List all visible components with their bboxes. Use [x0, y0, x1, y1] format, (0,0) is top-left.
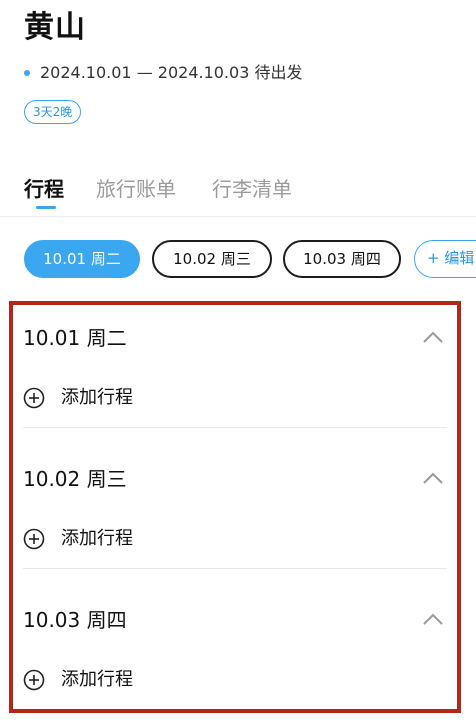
day-heading: 10.02 周三 — [23, 467, 127, 491]
edit-days-button[interactable]: + 编辑 — [414, 240, 476, 278]
day-section: 10.01 周二 添加行程 — [23, 307, 447, 427]
tab-travel-bill[interactable]: 旅行账单 — [96, 176, 176, 202]
day-section: 10.02 周三 添加行程 — [23, 448, 447, 568]
plus-circle-icon — [23, 669, 45, 691]
plus-circle-icon — [23, 528, 45, 550]
add-itinerary-button[interactable]: 添加行程 — [23, 385, 133, 411]
add-itinerary-button[interactable]: 添加行程 — [23, 526, 133, 552]
day-section: 10.03 周四 添加行程 — [23, 589, 447, 709]
chevron-up-icon[interactable] — [421, 329, 445, 345]
day-divider — [23, 568, 447, 569]
add-itinerary-label: 添加行程 — [61, 387, 133, 408]
chevron-up-icon[interactable] — [421, 611, 445, 627]
date-chip-1002[interactable]: 10.02 周三 — [152, 240, 272, 278]
add-itinerary-label: 添加行程 — [61, 528, 133, 549]
active-tab-indicator — [36, 206, 56, 209]
chevron-up-icon[interactable] — [421, 470, 445, 486]
tab-packing-list[interactable]: 行李清单 — [212, 176, 292, 202]
date-chip-1003[interactable]: 10.03 周四 — [283, 240, 401, 278]
day-list-highlight: 10.01 周二 添加行程 10.02 周三 添加行程 10.03 周四 添加行… — [9, 301, 461, 713]
trip-duration-badge: 3天2晚 — [24, 100, 82, 124]
plus-circle-icon — [23, 387, 45, 409]
day-heading: 10.01 周二 — [23, 326, 127, 350]
date-chip-1001[interactable]: 10.01 周二 — [24, 240, 140, 278]
status-dot-icon — [24, 70, 30, 76]
tab-itinerary[interactable]: 行程 — [24, 176, 64, 202]
day-heading: 10.03 周四 — [23, 608, 127, 632]
trip-detail-page: 黄山 2024.10.01 — 2024.10.03 待出发 3天2晚 行程 旅… — [0, 0, 476, 725]
day-divider — [23, 427, 447, 428]
date-chip-bar: 10.01 周二 10.02 周三 10.03 周四 + 编辑 — [24, 240, 476, 278]
trip-tabs: 行程 旅行账单 行李清单 — [0, 172, 476, 217]
add-itinerary-button[interactable]: 添加行程 — [23, 667, 133, 693]
trip-title: 黄山 — [24, 10, 86, 45]
trip-dates-text: 2024.10.01 — 2024.10.03 待出发 — [40, 63, 303, 82]
trip-date-range: 2024.10.01 — 2024.10.03 待出发 — [24, 62, 302, 84]
add-itinerary-label: 添加行程 — [61, 669, 133, 690]
